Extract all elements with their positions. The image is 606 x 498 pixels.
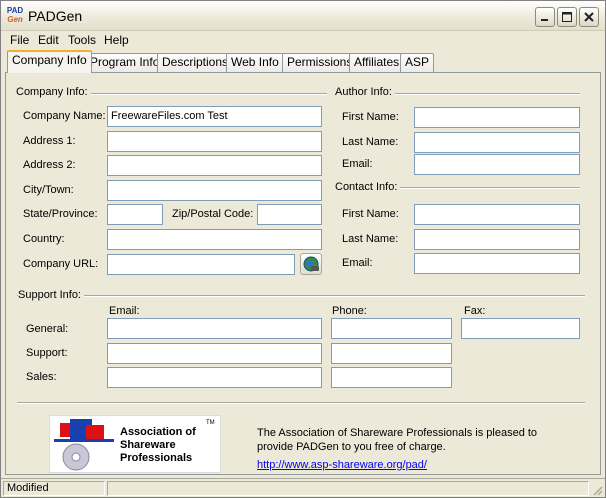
tab-web-info[interactable]: Web Info [226,53,284,72]
address1-field[interactable] [107,131,322,152]
support-phone-header: Phone: [332,305,367,317]
author-last-name-field[interactable] [414,132,580,153]
contact-email-field[interactable] [414,253,580,274]
support-info-label: Support Info: [18,289,84,301]
support-row-support-label: Support: [26,347,68,359]
contact-info-label: Contact Info: [335,181,401,193]
open-url-button[interactable] [300,253,322,275]
city-label: City/Town: [23,184,74,196]
asp-logo-line-1: Association of [120,426,196,438]
state-label: State/Province: [23,208,98,220]
asp-section-divider [17,402,585,404]
support-email-header: Email: [109,305,140,317]
asp-logo-text: Association of Shareware Professionals [120,426,196,465]
tab-company-info[interactable]: Company Info [7,50,92,73]
tab-program-info[interactable]: Program Info [85,53,165,72]
contact-first-name-field[interactable] [414,204,580,225]
address1-label: Address 1: [23,135,76,147]
menu-edit[interactable]: Edit [38,33,59,47]
app-icon-label-bottom: Gen [7,15,23,24]
app-icon-label-top: PAD [6,6,24,15]
address2-label: Address 2: [23,159,76,171]
author-first-name-label: First Name: [342,111,399,123]
padgen-window: PAD Gen PADGen File Edit Tools Help Comp… [0,0,606,498]
company-name-field[interactable]: FreewareFiles.com Test [107,106,322,127]
status-bar: Modified [1,478,605,497]
status-text: Modified [3,481,105,496]
country-field[interactable] [107,229,322,250]
company-url-field[interactable] [107,254,295,275]
tab-asp[interactable]: ASP [400,53,435,72]
resize-grip-icon[interactable] [591,484,603,496]
contact-email-label: Email: [342,257,373,269]
tab-permissions[interactable]: Permissions [282,53,358,72]
menu-help[interactable]: Help [104,33,129,47]
menu-file[interactable]: File [10,33,29,47]
window-title: PADGen [28,8,83,24]
sales-phone-field[interactable] [331,367,452,388]
tab-descriptions[interactable]: Descriptions [157,53,234,72]
support-email-field[interactable] [107,343,322,364]
asp-logo-line-2: Shareware [120,439,176,451]
general-phone-field[interactable] [331,318,452,339]
company-info-label: Company Info: [16,86,91,98]
asp-link[interactable]: http://www.asp-shareware.org/pad/ [257,459,427,471]
address2-field[interactable] [107,155,322,176]
menu-tools[interactable]: Tools [68,33,96,47]
title-bar[interactable]: PAD Gen PADGen [1,1,605,31]
close-button[interactable] [579,7,599,27]
asp-message: The Association of Shareware Professiona… [257,427,538,453]
author-email-label: Email: [342,158,373,170]
maximize-button[interactable] [557,7,577,27]
general-email-field[interactable] [107,318,322,339]
menu-bar: File Edit Tools Help [1,31,605,49]
contact-last-name-label: Last Name: [342,233,399,245]
maximize-icon [562,12,572,22]
contact-last-name-field[interactable] [414,229,580,250]
padgen-app-icon[interactable]: PAD Gen [5,6,25,26]
sales-email-field[interactable] [107,367,322,388]
author-last-name-label: Last Name: [342,136,399,148]
country-label: Country: [23,233,65,245]
author-email-field[interactable] [414,154,580,175]
minimize-icon [541,19,548,21]
support-row-general-label: General: [26,323,69,335]
state-field[interactable] [107,204,163,225]
zip-label: Zip/Postal Code: [172,208,254,220]
asp-logo: Association of Shareware Professionals T… [49,415,221,473]
status-pane-empty [107,481,589,496]
asp-logo-line-3: Professionals [120,452,193,464]
author-first-name-field[interactable] [414,107,580,128]
support-info-divider [17,295,585,297]
city-field[interactable] [107,180,322,201]
support-fax-header: Fax: [464,305,486,317]
company-name-label: Company Name: [23,110,106,122]
asp-logo-tm: TM [206,420,215,426]
tab-affiliates[interactable]: Affiliates [349,53,405,72]
company-url-label: Company URL: [23,258,99,270]
minimize-button[interactable] [535,7,555,27]
close-icon [584,12,594,22]
support-row-sales-label: Sales: [26,371,57,383]
globe-icon [303,256,319,272]
support-phone-field[interactable] [331,343,452,364]
author-info-label: Author Info: [335,86,395,98]
contact-first-name-label: First Name: [342,208,399,220]
general-fax-field[interactable] [461,318,580,339]
zip-field[interactable] [257,204,322,225]
asp-logo-graphic [54,419,114,471]
